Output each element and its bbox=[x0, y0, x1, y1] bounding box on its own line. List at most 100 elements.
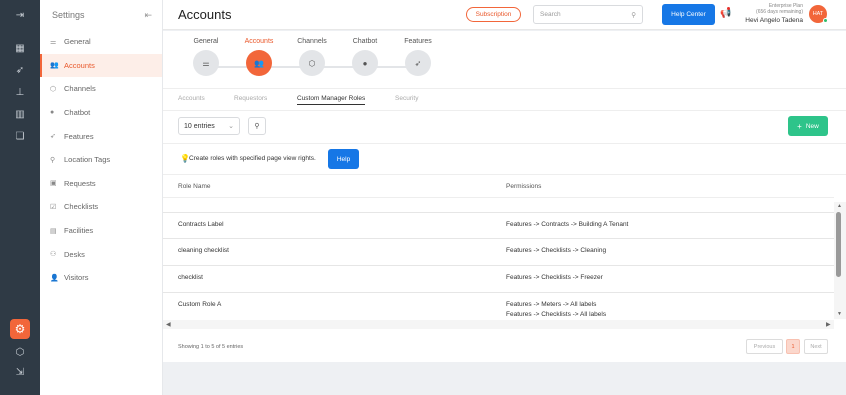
table-row[interactable]: checklist Features -> Checklists -> Free… bbox=[163, 265, 834, 292]
sidebar-item-label: Chatbot bbox=[64, 108, 91, 118]
settings-sidebar: Settings ⇤ ⚌ General 👥 Accounts ⬡ Channels … bbox=[40, 0, 163, 395]
sidebar-item-facilities[interactable]: ▤ Facilities bbox=[40, 219, 162, 243]
search-icon: ⚲ bbox=[631, 11, 636, 19]
sidebar-item-checklists[interactable]: ☑ Checklists bbox=[40, 195, 162, 219]
table-footer: Showing 1 to 5 of 5 entries Previous 1 N… bbox=[163, 331, 846, 362]
rocket-icon[interactable]: ➶ bbox=[0, 59, 40, 81]
previous-page-button[interactable]: Previous bbox=[746, 339, 783, 354]
collapse-icon[interactable]: ⇤ bbox=[144, 10, 152, 21]
desk-icon: ⚇ bbox=[50, 251, 57, 259]
column-header-role-name[interactable]: Role Name bbox=[178, 183, 211, 190]
role-name-cell: cleaning checklist bbox=[178, 247, 229, 254]
main-content: General ⚌ Accounts 👥 Channels ⬡ Chatbot ● Fe… bbox=[163, 31, 846, 362]
plan-remaining: (656 days remaining) bbox=[756, 9, 803, 15]
step-chatbot[interactable]: Chatbot ● bbox=[338, 36, 392, 76]
step-general[interactable]: General ⚌ bbox=[179, 36, 233, 76]
new-role-button[interactable]: + New bbox=[788, 116, 828, 136]
tab-custom-manager-roles[interactable]: Custom Manager Roles bbox=[297, 95, 366, 105]
entries-count: Showing 1 to 5 of 5 entries bbox=[178, 344, 244, 350]
sliders-icon: ⚌ bbox=[50, 38, 57, 46]
table-header: Role Name Permissions bbox=[163, 176, 834, 198]
subscription-button[interactable]: Subscription bbox=[466, 7, 521, 22]
table-row[interactable]: Custom Role A Features -> Meters -> All … bbox=[163, 292, 834, 319]
entries-value: 10 entries bbox=[184, 122, 215, 130]
permissions-cell: Features -> Checklists -> Cleaning bbox=[506, 247, 607, 254]
column-header-permissions[interactable]: Permissions bbox=[506, 183, 541, 190]
help-button[interactable]: Help bbox=[328, 149, 359, 169]
facility-icon: ▤ bbox=[50, 227, 57, 235]
gear-icon[interactable]: ⚙ bbox=[10, 319, 30, 339]
sidebar-item-label: Accounts bbox=[64, 60, 95, 70]
step-features[interactable]: Features ➶ bbox=[391, 36, 445, 76]
search-icon: ⚲ bbox=[254, 123, 260, 130]
step-label: Accounts bbox=[244, 38, 274, 45]
sidebar-item-label: Channels bbox=[64, 84, 96, 94]
permissions-cell: Features -> Contracts -> Building A Tena… bbox=[506, 221, 629, 228]
user-name[interactable]: Hevi Angelo Tadena bbox=[733, 17, 803, 24]
role-name-cell: Contracts Label bbox=[178, 221, 224, 228]
step-label: Channels bbox=[297, 38, 327, 45]
sidebar-item-label: Facilities bbox=[64, 226, 94, 236]
sidebar-item-label: Checklists bbox=[64, 202, 99, 212]
entries-select[interactable]: 10 entries ⌄ bbox=[178, 117, 240, 135]
table-search-button[interactable]: ⚲ bbox=[248, 117, 266, 135]
page-1-button[interactable]: 1 bbox=[786, 339, 800, 354]
table-toolbar: 10 entries ⌄ ⚲ + New bbox=[163, 112, 846, 144]
scroll-up-icon[interactable]: ▲ bbox=[837, 203, 842, 209]
permission-line: Features -> Meters -> All labels bbox=[506, 301, 597, 308]
tab-accounts[interactable]: Accounts bbox=[178, 95, 205, 102]
chat-icon: ● bbox=[352, 50, 378, 76]
sidebar-item-features[interactable]: ➶ Features bbox=[40, 124, 162, 148]
tab-requestors[interactable]: Requestors bbox=[234, 95, 267, 102]
role-name-cell: Custom Role A bbox=[178, 301, 222, 308]
sidebar-item-label: Location Tags bbox=[64, 155, 111, 165]
sidebar-title: Settings bbox=[52, 10, 85, 20]
step-channels[interactable]: Channels ⬡ bbox=[285, 36, 339, 76]
table-row[interactable]: Contracts Label Features -> Contracts ->… bbox=[163, 212, 834, 238]
scroll-left-icon[interactable]: ◀ bbox=[166, 321, 171, 328]
sub-tabs: Accounts Requestors Custom Manager Roles… bbox=[163, 90, 846, 111]
info-text: Create roles with specified page view ri… bbox=[189, 155, 316, 162]
sidebar-item-location-tags[interactable]: ⚲ Location Tags bbox=[40, 148, 162, 172]
analytics-icon[interactable]: ▥ bbox=[0, 103, 40, 125]
horizontal-scrollbar[interactable]: ◀ ▶ bbox=[163, 320, 834, 329]
logout-icon[interactable]: ⇲ bbox=[0, 361, 40, 383]
plus-icon: + bbox=[797, 121, 802, 131]
vertical-scrollbar[interactable]: ▲ ▼ bbox=[834, 202, 846, 319]
plan-info: Enterprise Plan (656 days remaining) bbox=[733, 3, 803, 15]
next-page-button[interactable]: Next bbox=[804, 339, 828, 354]
request-icon: ▣ bbox=[50, 180, 57, 188]
table-row[interactable]: cleaning checklist Features -> Checklist… bbox=[163, 238, 834, 265]
scroll-right-icon[interactable]: ▶ bbox=[826, 321, 831, 328]
sidebar-item-general[interactable]: ⚌ General bbox=[40, 30, 162, 54]
permissions-cell: Features -> Checklists -> Freezer bbox=[506, 274, 603, 281]
new-label: New bbox=[805, 122, 819, 130]
sidebar-item-desks[interactable]: ⚇ Desks bbox=[40, 242, 162, 266]
chevron-down-icon: ⌄ bbox=[228, 123, 234, 130]
box-icon[interactable]: ⬡ bbox=[0, 341, 40, 363]
menu-expand-icon[interactable]: ⇥ bbox=[0, 4, 40, 26]
step-accounts[interactable]: Accounts 👥 bbox=[232, 36, 286, 76]
sidebar-item-visitors[interactable]: 👤 Visitors bbox=[40, 266, 162, 290]
tab-security[interactable]: Security bbox=[395, 95, 418, 102]
megaphone-icon[interactable]: 📢 bbox=[720, 8, 731, 19]
sidebar-item-label: Requests bbox=[64, 178, 96, 188]
step-label: Features bbox=[404, 38, 432, 45]
sidebar-item-chatbot[interactable]: ● Chatbot bbox=[40, 101, 162, 125]
sidebar-item-requests[interactable]: ▣ Requests bbox=[40, 172, 162, 196]
documents-icon[interactable]: ❏ bbox=[0, 125, 40, 147]
top-header: Accounts Subscription Search ⚲ Help Cent… bbox=[163, 0, 846, 30]
cube-icon: ⬡ bbox=[299, 50, 325, 76]
table-body: Contracts Label Features -> Contracts ->… bbox=[163, 202, 834, 319]
help-center-button[interactable]: Help Center bbox=[662, 4, 715, 25]
search-input[interactable]: Search ⚲ bbox=[533, 5, 643, 24]
sidebar-item-label: Visitors bbox=[64, 273, 89, 283]
notification-dot bbox=[727, 7, 730, 10]
scrollbar-thumb[interactable] bbox=[836, 212, 841, 277]
sidebar-header: Settings ⇤ bbox=[40, 0, 162, 30]
scroll-down-icon[interactable]: ▼ bbox=[837, 311, 842, 317]
tree-icon[interactable]: ⊥ bbox=[0, 81, 40, 103]
sidebar-item-channels[interactable]: ⬡ Channels bbox=[40, 77, 162, 101]
dashboard-icon[interactable]: ▦ bbox=[0, 37, 40, 59]
sidebar-item-accounts[interactable]: 👥 Accounts bbox=[40, 53, 162, 78]
